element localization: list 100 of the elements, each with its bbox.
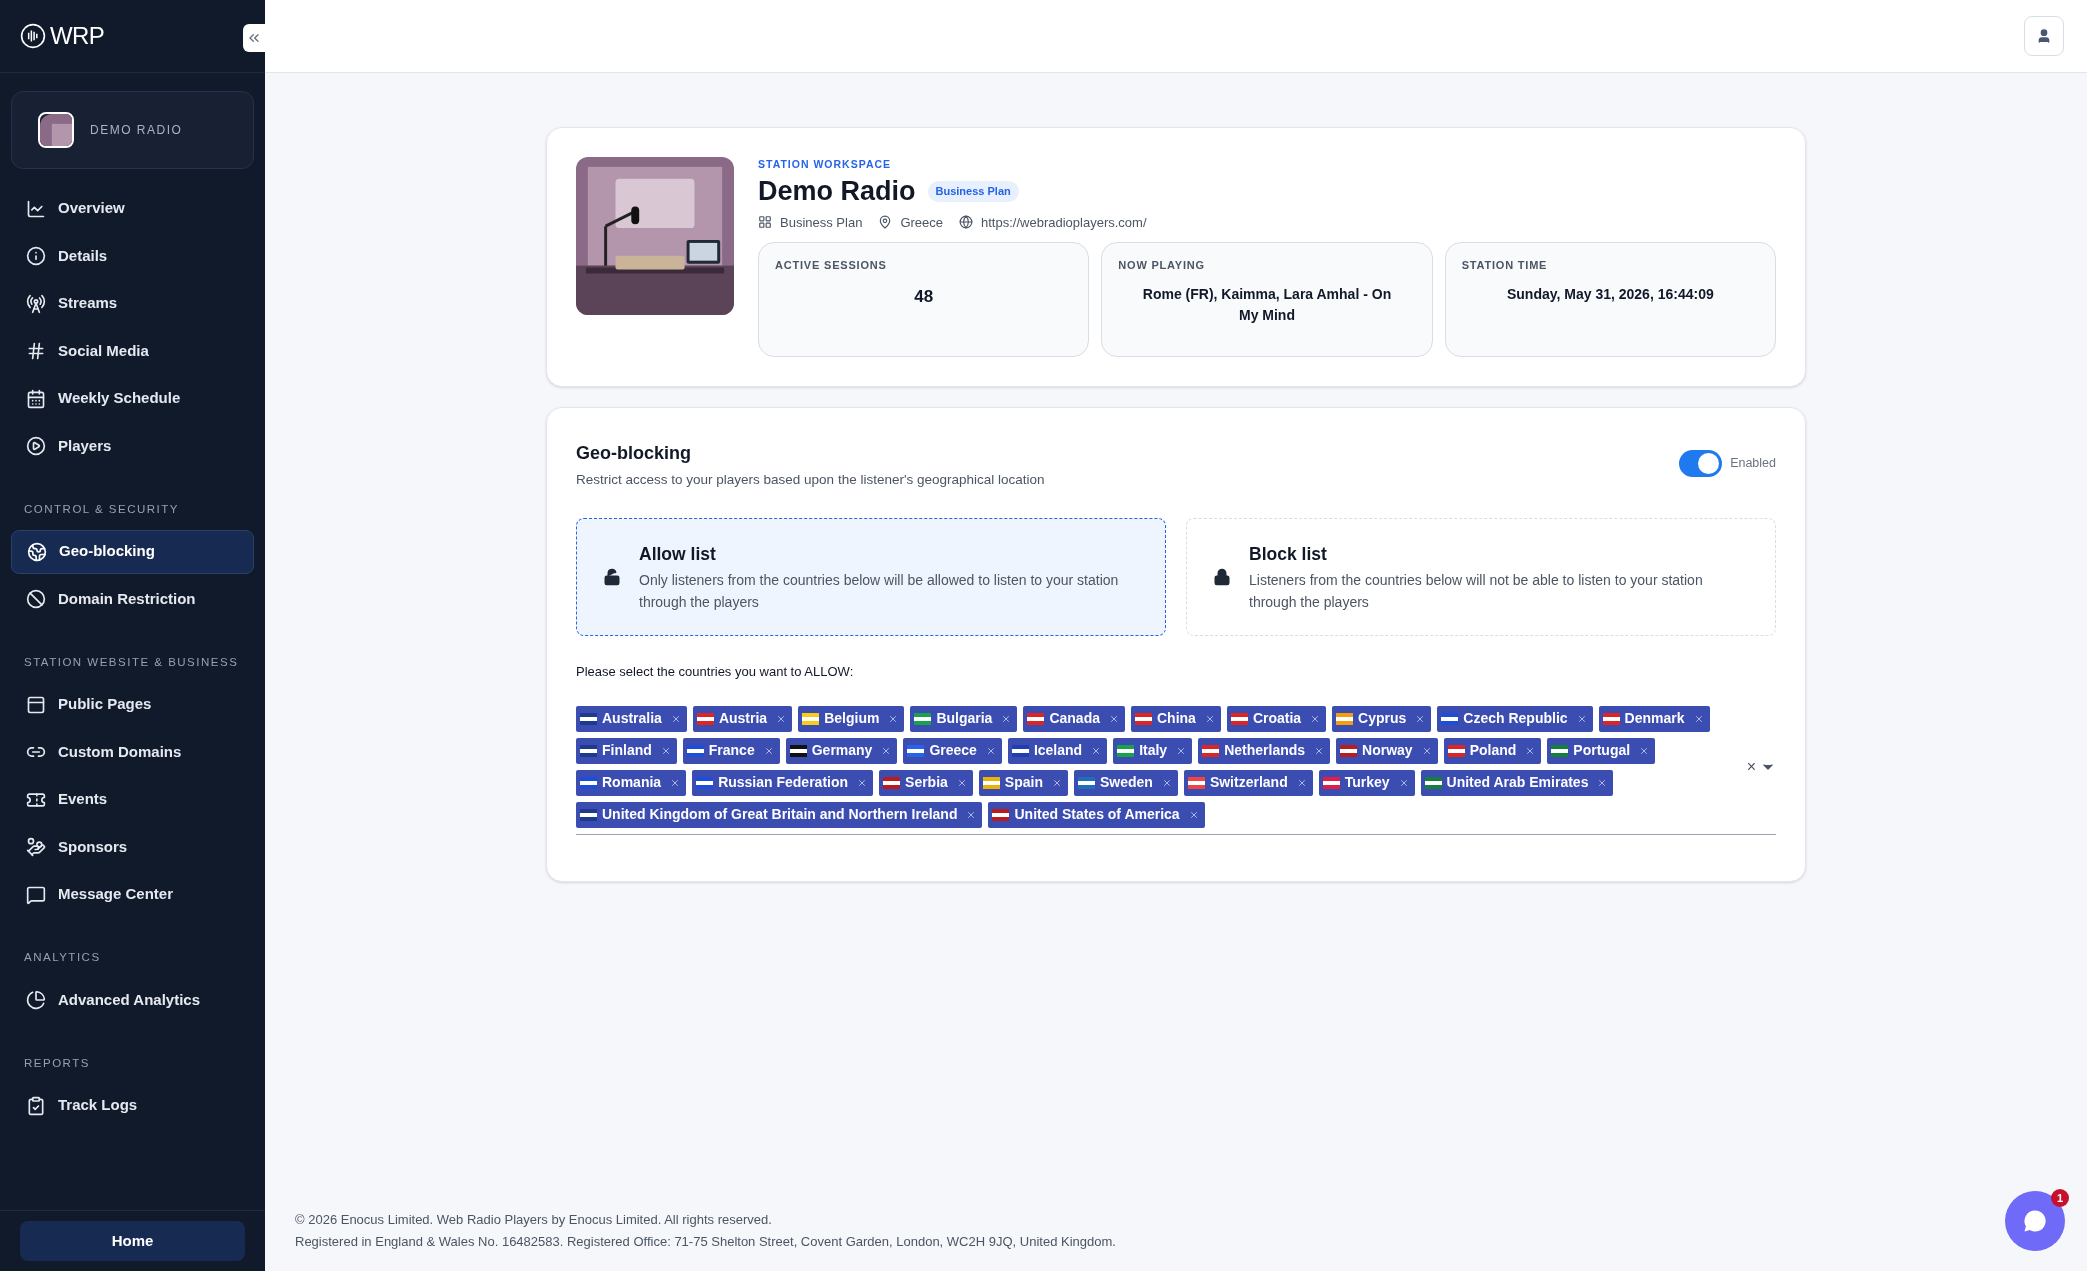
logo-icon	[20, 23, 46, 49]
country-tag[interactable]: Finland	[576, 737, 677, 764]
country-tag[interactable]: Austria	[692, 705, 793, 732]
country-tag[interactable]: Canada	[1023, 705, 1125, 732]
remove-icon[interactable]	[1310, 713, 1321, 724]
country-tag[interactable]: Greece	[903, 737, 1002, 764]
nav-item[interactable]: Track Logs	[11, 1083, 254, 1128]
country-tag[interactable]: Croatia	[1226, 705, 1327, 732]
country-tag[interactable]: United Kingdom of Great Britain and Northern Ireland	[576, 801, 983, 828]
mode-option[interactable]: Block list Listeners from the countries below will not be able to listen to your station through the players	[1186, 518, 1776, 637]
remove-icon[interactable]	[670, 777, 681, 788]
pin-icon	[878, 215, 893, 230]
country-tag[interactable]: Serbia	[879, 769, 973, 796]
station-title: Demo Radio	[758, 174, 916, 208]
ban-icon	[26, 589, 46, 609]
grid-icon	[758, 215, 772, 230]
station-card[interactable]: DEMO RADIO	[11, 91, 254, 169]
country-tag[interactable]: France	[682, 737, 780, 764]
country-tag[interactable]: Romania	[576, 769, 687, 796]
remove-icon[interactable]	[881, 745, 892, 756]
hand-coin-icon	[26, 837, 46, 857]
remove-icon[interactable]	[1525, 745, 1536, 756]
country-tag[interactable]: Belgium	[798, 705, 905, 732]
section-heading: CONTROL & SECURITY	[23, 501, 180, 517]
remove-icon[interactable]	[1576, 713, 1587, 724]
country-tag[interactable]: China	[1131, 705, 1221, 732]
remove-icon[interactable]	[966, 809, 977, 820]
remove-icon[interactable]	[1052, 777, 1062, 788]
nav-item[interactable]: Advanced Analytics	[11, 978, 254, 1022]
nav-item[interactable]: Geo-blocking	[11, 529, 254, 574]
country-tag[interactable]: Cyprus	[1332, 705, 1432, 732]
remove-icon[interactable]	[985, 745, 996, 756]
remove-icon[interactable]	[1415, 713, 1426, 724]
country-tag[interactable]: Denmark	[1598, 705, 1710, 732]
remove-icon[interactable]	[1296, 777, 1307, 788]
remove-icon[interactable]	[1314, 745, 1325, 756]
remove-icon[interactable]	[660, 745, 671, 756]
stat-value: Sunday, May 31, 2026, 16:44:09	[1505, 284, 1715, 304]
nav-item[interactable]: Message Center	[11, 872, 254, 917]
notification-badge: 1	[2051, 1189, 2069, 1207]
nav-item[interactable]: Social Media	[11, 329, 254, 373]
country-tag[interactable]: Sweden	[1074, 769, 1178, 796]
nav-item[interactable]: Sponsors	[11, 825, 254, 869]
enabled-toggle[interactable]	[1679, 450, 1723, 477]
country-tag[interactable]: Netherlands	[1198, 737, 1331, 764]
country-tag[interactable]: Portugal	[1547, 737, 1656, 764]
country-tag[interactable]: Czech Republic	[1437, 705, 1593, 732]
remove-icon[interactable]	[1001, 713, 1012, 724]
country-tag[interactable]: Iceland	[1007, 737, 1108, 764]
nav-item[interactable]: Players	[11, 424, 254, 468]
country-tag[interactable]: Switzerland	[1183, 769, 1313, 796]
country-tag[interactable]: Turkey	[1318, 769, 1415, 796]
nav-item[interactable]: Public Pages	[11, 682, 254, 727]
country-tag[interactable]: Australia	[576, 705, 687, 732]
meta-text: Greece	[900, 213, 944, 232]
remove-icon[interactable]	[888, 713, 899, 724]
stat-label: STATION TIME	[1461, 258, 1549, 273]
user-icon	[2036, 28, 2052, 44]
country-tag[interactable]: Bulgaria	[910, 705, 1018, 732]
remove-icon[interactable]	[1091, 745, 1102, 756]
remove-icon[interactable]	[1421, 745, 1432, 756]
user-button[interactable]	[2024, 16, 2064, 56]
section-title: Geo-blocking	[576, 442, 692, 465]
remove-icon[interactable]	[1188, 809, 1199, 820]
remove-icon[interactable]	[1161, 777, 1172, 788]
country-tag[interactable]: Poland	[1443, 737, 1542, 764]
remove-icon[interactable]	[763, 745, 774, 756]
remove-icon[interactable]	[670, 713, 681, 724]
home-button[interactable]: Home	[20, 1221, 245, 1261]
remove-icon[interactable]	[1176, 745, 1187, 756]
message-icon	[26, 884, 46, 905]
country-tag[interactable]: Italy	[1113, 737, 1193, 764]
remove-icon[interactable]	[776, 713, 787, 724]
mode-option[interactable]: Allow list Only listeners from the countries below will be allowed to listen to your station through the players	[576, 518, 1166, 637]
nav-item[interactable]: Details	[11, 234, 254, 278]
nav-item[interactable]: Weekly Schedule	[11, 376, 254, 421]
country-tag[interactable]: United Arab Emirates	[1420, 769, 1614, 796]
nav-item[interactable]: Events	[11, 777, 254, 822]
clear-button[interactable]: ×	[1746, 754, 1756, 779]
country-tag[interactable]: United States of America	[988, 801, 1205, 828]
nav-item[interactable]: Streams	[11, 281, 254, 326]
remove-icon[interactable]	[1398, 777, 1409, 788]
remove-icon[interactable]	[956, 777, 967, 788]
meta-text: Business Plan	[780, 213, 863, 232]
nav-item[interactable]: Custom Domains	[11, 730, 254, 774]
country-tag[interactable]: Germany	[785, 737, 898, 764]
nav-item[interactable]: Overview	[11, 186, 254, 231]
remove-icon[interactable]	[1204, 713, 1215, 724]
collapse-button[interactable]	[243, 24, 265, 52]
remove-icon[interactable]	[857, 777, 868, 788]
country-tag[interactable]: Russian Federation	[692, 769, 874, 796]
mode-description: Only listeners from the countries below will be allowed to listen to your station through the players	[639, 571, 1120, 613]
remove-icon[interactable]	[1109, 713, 1119, 724]
remove-icon[interactable]	[1597, 777, 1608, 788]
remove-icon[interactable]	[1693, 713, 1704, 724]
remove-icon[interactable]	[1639, 745, 1650, 756]
country-tag[interactable]: Spain	[978, 769, 1068, 796]
pie-chart-icon	[26, 990, 46, 1010]
nav-item[interactable]: Domain Restriction	[11, 577, 254, 621]
country-tag[interactable]: Norway	[1336, 737, 1438, 764]
